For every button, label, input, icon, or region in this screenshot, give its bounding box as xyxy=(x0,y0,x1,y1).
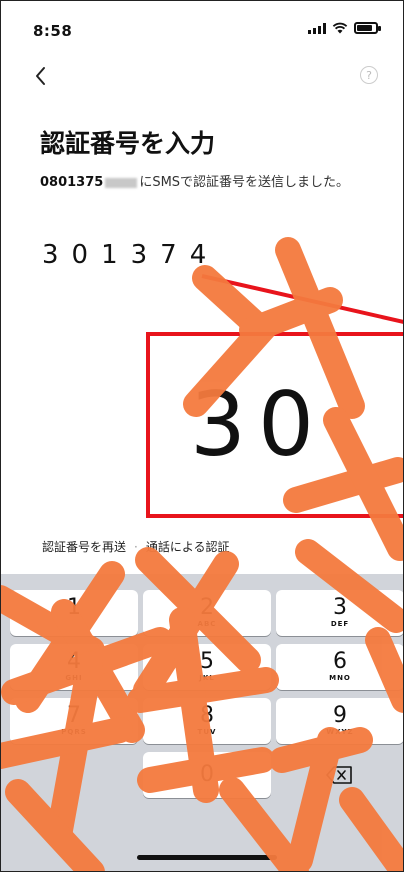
delete-key[interactable] xyxy=(276,752,404,798)
key-0[interactable]: 0 xyxy=(143,752,271,798)
backspace-icon xyxy=(326,766,352,784)
key-number: 5 xyxy=(200,649,214,674)
help-icon[interactable]: ? xyxy=(360,66,378,84)
resend-code-link[interactable]: 認証番号を再送 xyxy=(42,538,126,555)
home-indicator xyxy=(137,855,277,860)
sms-description: 0801375 にSMSで認証番号を送信しました。 xyxy=(40,173,370,193)
key-9[interactable]: 9 WXYZ xyxy=(276,698,404,744)
key-number: 2 xyxy=(200,595,214,620)
key-empty xyxy=(10,752,138,798)
key-letters: JKL xyxy=(199,674,215,682)
key-4[interactable]: 4 GHI xyxy=(10,644,138,690)
key-letters: TUV xyxy=(197,728,217,736)
call-verification-link[interactable]: 通話による認証 xyxy=(146,538,230,555)
key-number: 9 xyxy=(333,703,347,728)
key-number: 0 xyxy=(200,762,214,787)
key-1[interactable]: 1 xyxy=(10,590,138,636)
key-6[interactable]: 6 MNO xyxy=(276,644,404,690)
key-letters: GHI xyxy=(65,674,83,682)
verification-code[interactable]: 301374 xyxy=(42,240,219,270)
key-8[interactable]: 8 TUV xyxy=(143,698,271,744)
numeric-keypad: 1 2 ABC 3 DEF 4 GHI 5 JKL 6 MNO 7 PQRS 8… xyxy=(0,574,404,872)
status-bar: 8:58 xyxy=(0,0,404,60)
key-number: 4 xyxy=(67,649,81,674)
link-separator: · xyxy=(134,539,138,554)
phone-number: 0801375 xyxy=(40,175,104,190)
pointer-line xyxy=(201,274,404,324)
key-letters: DEF xyxy=(330,620,350,628)
battery-icon xyxy=(354,22,381,34)
status-icons xyxy=(308,22,381,34)
key-3[interactable]: 3 DEF xyxy=(276,590,404,636)
wifi-icon xyxy=(332,22,348,34)
key-letters: WXYZ xyxy=(326,728,354,736)
key-letters: MNO xyxy=(329,674,351,682)
zoomed-code-digits: 30 xyxy=(190,373,326,476)
key-7[interactable]: 7 PQRS xyxy=(10,698,138,744)
signal-icon xyxy=(308,22,326,34)
key-2[interactable]: 2 ABC xyxy=(143,590,271,636)
key-number: 8 xyxy=(200,703,214,728)
chevron-left-icon[interactable] xyxy=(32,62,52,90)
status-time: 8:58 xyxy=(33,22,73,40)
sms-message: にSMSで認証番号を送信しました。 xyxy=(139,175,350,190)
key-letters: ABC xyxy=(197,620,217,628)
key-5[interactable]: 5 JKL xyxy=(143,644,271,690)
key-letters: PQRS xyxy=(61,728,87,736)
key-number: 7 xyxy=(67,703,81,728)
redacted-phone-digits xyxy=(105,177,138,188)
auth-links: 認証番号を再送 · 通話による認証 xyxy=(42,538,230,555)
page-title: 認証番号を入力 xyxy=(40,129,216,158)
key-number: 6 xyxy=(333,649,347,674)
key-number: 1 xyxy=(67,595,81,620)
key-number: 3 xyxy=(333,595,347,620)
